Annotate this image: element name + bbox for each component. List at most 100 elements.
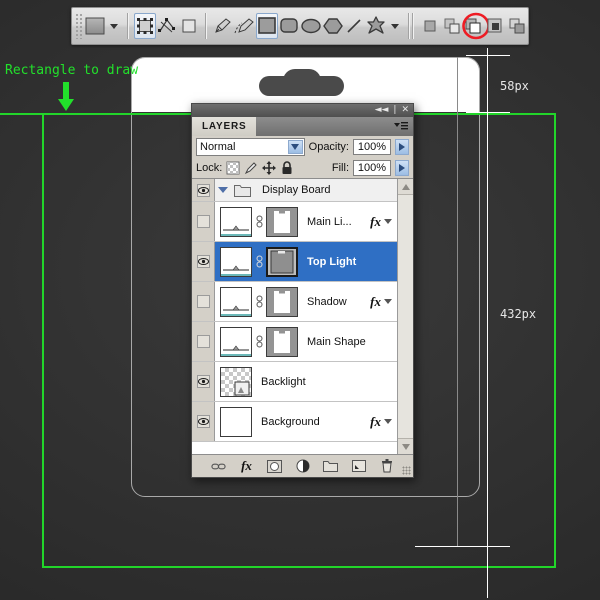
add-to-shape-area-button[interactable] [441, 13, 463, 39]
measurement-guide-thin-vertical [457, 57, 458, 547]
shape-options-caret-down-icon[interactable] [391, 24, 399, 29]
layer-visibility-toggle[interactable] [192, 402, 215, 441]
opacity-input[interactable]: 100% [353, 139, 391, 155]
tab-layers[interactable]: LAYERS [192, 117, 256, 136]
scroll-down-icon[interactable] [398, 438, 413, 454]
layer-thumbnail[interactable] [220, 407, 252, 437]
layer-mask-thumbnail[interactable] [266, 287, 298, 317]
panel-resize-grip[interactable] [402, 466, 411, 475]
shape-layers-button[interactable] [134, 13, 156, 39]
layer-thumbnail[interactable] [220, 247, 252, 277]
custom-shape-tool[interactable] [365, 13, 387, 39]
rectangle-tool[interactable] [256, 13, 278, 39]
layer-thumbnails[interactable] [215, 287, 298, 317]
new-shape-layer-button[interactable] [419, 13, 441, 39]
annotation-label: Rectangle to draw [5, 63, 138, 78]
line-tool[interactable] [343, 13, 365, 39]
pen-tool[interactable] [212, 13, 234, 39]
rounded-rectangle-tool[interactable] [278, 13, 300, 39]
layer-mask-thumbnail[interactable] [266, 207, 298, 237]
fill-input[interactable]: 100% [353, 160, 391, 176]
fx-icon[interactable]: fx [370, 214, 381, 230]
new-adjustment-layer-button[interactable] [295, 459, 310, 474]
layers-panel[interactable]: ◄◄ | ✕ LAYERS Normal Opacity: 100% Lock: [191, 103, 414, 478]
scroll-up-icon[interactable] [398, 179, 413, 195]
chevron-down-icon[interactable] [384, 299, 392, 304]
lock-image-pixels-icon[interactable] [244, 161, 258, 175]
lock-transparent-pixels-icon[interactable] [226, 161, 240, 175]
link-layers-button[interactable] [211, 459, 226, 474]
link-mask-icon[interactable] [255, 335, 263, 349]
ellipse-tool[interactable] [300, 13, 322, 39]
layer-row[interactable]: Background fx [192, 402, 397, 442]
measurement-label-body: 432px [500, 307, 536, 321]
fx-icon[interactable]: fx [370, 294, 381, 310]
layer-visibility-toggle[interactable] [192, 202, 215, 241]
layer-visibility-toggle[interactable] [192, 242, 215, 281]
layer-visibility-toggle[interactable] [192, 362, 215, 401]
new-group-button[interactable] [323, 459, 338, 474]
layer-style-button[interactable]: fx [239, 459, 254, 474]
intersect-shape-areas-button[interactable] [484, 13, 506, 39]
layer-thumbnail[interactable] [220, 327, 252, 357]
layer-thumbnails[interactable] [215, 367, 252, 397]
layer-mask-thumbnail[interactable] [266, 247, 298, 277]
layer-mask-thumbnail[interactable] [266, 327, 298, 357]
layer-effects-indicator[interactable]: fx [370, 414, 397, 430]
measurement-guide-vertical [487, 48, 488, 598]
layer-visibility-toggle[interactable] [192, 322, 215, 361]
subtract-from-shape-area-button[interactable] [463, 13, 485, 39]
polygon-tool[interactable] [322, 13, 344, 39]
link-mask-icon[interactable] [255, 215, 263, 229]
panel-titlebar[interactable]: ◄◄ | ✕ [192, 104, 413, 117]
panel-menu-icon[interactable] [394, 122, 408, 131]
layer-visibility-toggle[interactable] [192, 282, 215, 321]
triangle-down-icon [218, 187, 228, 193]
link-mask-icon[interactable] [255, 255, 263, 269]
chevron-down-icon[interactable] [384, 419, 392, 424]
add-layer-mask-button[interactable] [267, 459, 282, 474]
layer-row[interactable]: Main Shape [192, 322, 397, 362]
layer-row[interactable]: Shadow fx [192, 282, 397, 322]
fill-stepper-arrow-icon[interactable] [395, 160, 409, 176]
new-shape-layer-icon [421, 17, 439, 35]
paths-button[interactable] [156, 13, 178, 39]
layer-thumbnails[interactable] [215, 247, 298, 277]
layer-row[interactable]: Display Board [192, 179, 397, 202]
layer-row[interactable]: Top Light [192, 242, 397, 282]
layer-thumbnails[interactable] [215, 207, 298, 237]
group-expand-toggle[interactable] [215, 187, 231, 193]
freeform-pen-tool[interactable] [234, 13, 256, 39]
opacity-stepper-arrow-icon[interactable] [395, 139, 409, 155]
close-icon[interactable]: ✕ [401, 106, 409, 115]
layer-thumbnail[interactable] [220, 367, 252, 397]
shape-preset-caret-down-icon[interactable] [110, 24, 118, 29]
chevron-down-icon[interactable] [288, 140, 303, 154]
layer-visibility-toggle[interactable] [192, 179, 215, 201]
layer-thumbnail[interactable] [220, 287, 252, 317]
link-mask-icon[interactable] [255, 295, 263, 309]
polygon-icon [323, 17, 343, 35]
delete-layer-button[interactable] [379, 459, 394, 474]
layer-list-scrollbar[interactable] [397, 179, 413, 454]
layer-name: Backlight [252, 376, 397, 388]
layer-effects-indicator[interactable]: fx [370, 214, 397, 230]
blend-mode-select[interactable]: Normal [196, 138, 305, 156]
shape-tool-options-bar[interactable] [71, 7, 529, 45]
layer-thumbnails[interactable] [215, 327, 298, 357]
exclude-overlapping-areas-button[interactable] [506, 13, 528, 39]
layer-thumbnail[interactable] [220, 207, 252, 237]
layer-row[interactable]: Backlight [192, 362, 397, 402]
chevron-down-icon[interactable] [384, 219, 392, 224]
shape-preview-swatch[interactable] [85, 13, 107, 39]
lock-all-icon[interactable] [280, 161, 294, 175]
layer-effects-indicator[interactable]: fx [370, 294, 397, 310]
layer-row[interactable]: Main Li... fx [192, 202, 397, 242]
fx-icon[interactable]: fx [370, 414, 381, 430]
new-layer-button[interactable] [351, 459, 366, 474]
lock-position-icon[interactable] [262, 161, 276, 175]
toolbar-drag-grip[interactable] [75, 13, 83, 39]
fill-pixels-button[interactable] [178, 13, 200, 39]
layer-thumbnails[interactable] [215, 407, 252, 437]
collapse-icon[interactable]: ◄◄ [375, 106, 389, 115]
